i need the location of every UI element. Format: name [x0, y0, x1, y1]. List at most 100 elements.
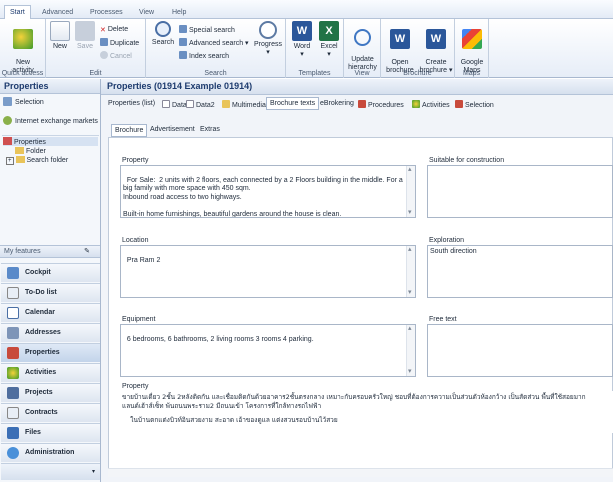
location-textarea[interactable]: Pra Ram 2 — [120, 245, 416, 298]
property-scrollbar[interactable] — [406, 166, 415, 217]
nav-todo-list[interactable]: To-Do list — [1, 283, 100, 302]
special-search-button[interactable]: Special search — [179, 25, 235, 35]
properties-house-icon — [7, 347, 19, 359]
left-panel: Properties Selection Internet exchange m… — [0, 79, 101, 482]
ribbon-tab-bar: Start Advanced Processes View Help — [0, 0, 613, 20]
cockpit-icon — [7, 267, 19, 279]
nav-overflow[interactable]: ▾ — [1, 463, 100, 480]
tree-search-folder[interactable]: + Search folder — [6, 156, 68, 165]
create-brochure-button[interactable]: W Create brochure ▾ — [419, 21, 453, 75]
subtab-advertisement[interactable]: Advertisement — [150, 126, 195, 133]
equipment-label: Equipment — [122, 316, 156, 323]
duplicate-button[interactable]: Duplicate — [100, 38, 139, 48]
nav-projects[interactable]: Projects — [1, 383, 100, 402]
subtab-extras[interactable]: Extras — [200, 126, 220, 133]
my-features-header: My features ✎ — [0, 245, 100, 258]
google-maps-icon — [462, 29, 482, 49]
new-document-icon — [50, 21, 70, 41]
advanced-search-button[interactable]: Advanced search ▾ — [179, 38, 249, 48]
free-text-textarea[interactable] — [427, 324, 613, 377]
tab-ebrokering[interactable]: eBrokering — [320, 100, 354, 107]
cancel-button[interactable]: Cancel — [100, 51, 132, 61]
nav-activities[interactable]: Activities — [1, 363, 100, 382]
globe-icon — [3, 116, 12, 125]
nav-calendar[interactable]: Calendar — [1, 303, 100, 322]
edit-pencil-icon[interactable]: ✎ — [84, 247, 90, 255]
delete-icon: ✕ — [100, 27, 106, 34]
tree-folder[interactable]: Folder — [15, 147, 46, 155]
excel-template-button[interactable]: X Excel ▾ — [317, 21, 341, 59]
group-templates: W Word ▾ X Excel ▾ Templates — [286, 19, 344, 78]
data1-icon — [162, 100, 170, 108]
tab-start[interactable]: Start — [4, 5, 31, 20]
location-scrollbar[interactable] — [406, 246, 415, 297]
index-search-button[interactable]: Index search — [179, 51, 229, 61]
excel-icon: X — [319, 21, 339, 41]
group-maps: Google Maps Maps — [455, 19, 489, 78]
tab-brochure-texts[interactable]: Brochure texts — [266, 97, 320, 110]
progress-button[interactable]: Progress ▾ — [252, 21, 284, 57]
progress-clock-icon — [259, 21, 277, 39]
chevron-down-icon[interactable]: ▾ — [92, 468, 95, 475]
tab-activities[interactable]: Activities — [412, 100, 450, 109]
group-quick-access: New activity Quick access — [0, 19, 46, 78]
group-search: Search Special search Advanced search ▾ … — [146, 19, 286, 78]
subtab-brochure[interactable]: Brochure — [111, 124, 148, 137]
tab-help[interactable]: Help — [172, 9, 186, 16]
selection-icon — [3, 97, 12, 106]
duplicate-icon — [100, 38, 108, 46]
property-label: Property — [122, 157, 149, 164]
activities-icon — [7, 367, 19, 379]
free-text-label: Free text — [429, 316, 457, 323]
tab-advanced[interactable]: Advanced — [42, 9, 73, 16]
checklist-icon — [7, 287, 19, 299]
nav-cockpit[interactable]: Cockpit — [1, 263, 100, 282]
ribbon: New activity Quick access New Save ✕ Dele… — [0, 19, 613, 78]
open-brochure-button[interactable]: W Open brochure — [383, 21, 417, 75]
equipment-scrollbar[interactable] — [406, 325, 415, 376]
update-hierarchy-button[interactable]: Update hierarchy — [345, 21, 380, 72]
property-thai-textarea[interactable]: ขายบ้านเดี่ยว 2ชั้น 2หลังติดกัน และเชื่อ… — [120, 391, 613, 433]
equipment-textarea[interactable]: 6 bedrooms, 6 bathrooms, 2 living rooms … — [120, 324, 416, 377]
save-button[interactable]: Save — [75, 21, 95, 51]
tab-multimedia[interactable]: Multimedia — [222, 100, 266, 109]
search-button[interactable]: Search — [151, 21, 175, 47]
tab-processes[interactable]: Processes — [90, 9, 123, 16]
nav-files[interactable]: Files — [1, 423, 100, 442]
selection-tab-icon — [455, 100, 463, 108]
location-label: Location — [122, 237, 149, 244]
google-maps-button[interactable]: Google Maps — [457, 21, 487, 75]
administration-icon — [7, 447, 19, 459]
expand-icon[interactable]: + — [6, 157, 14, 165]
delete-button[interactable]: ✕ Delete — [100, 25, 128, 35]
exploration-textarea[interactable]: South direction — [427, 245, 613, 298]
nav-administration[interactable]: Administration — [1, 443, 100, 462]
page-title: Properties (01914 Example 01914) — [101, 79, 613, 95]
suitable-textarea[interactable] — [427, 165, 613, 218]
selection-item[interactable]: Selection — [3, 97, 44, 106]
tab-data2[interactable]: Data2 — [186, 100, 215, 109]
cancel-icon — [100, 51, 108, 59]
tab-properties-list[interactable]: Properties (list) — [108, 100, 155, 107]
nav-properties[interactable]: Properties — [1, 343, 100, 362]
internet-markets-item[interactable]: Internet exchange markets — [3, 116, 98, 125]
word-create-icon: W — [426, 29, 446, 49]
property-textarea[interactable]: For Sale: 2 units with 2 floors, each co… — [120, 165, 416, 218]
tree-properties[interactable]: Properties — [3, 137, 98, 146]
activities-tab-icon — [412, 100, 420, 108]
search-folder-icon — [15, 156, 25, 163]
nav-contracts[interactable]: Contracts — [1, 403, 100, 422]
calendar-icon — [7, 307, 19, 319]
new-button[interactable]: New — [50, 21, 70, 51]
procedures-icon — [358, 100, 366, 108]
folder-icon — [15, 147, 24, 154]
tab-procedures[interactable]: Procedures — [358, 100, 404, 109]
nav-addresses[interactable]: Addresses — [1, 323, 100, 342]
tab-view[interactable]: View — [139, 9, 154, 16]
advanced-search-icon — [179, 38, 187, 46]
tab-selection[interactable]: Selection — [455, 100, 494, 109]
word-template-button[interactable]: W Word ▾ — [290, 21, 314, 59]
horizontal-scrollbar[interactable] — [108, 468, 613, 477]
new-activity-button[interactable]: New activity — [3, 21, 43, 75]
search-icon — [155, 21, 171, 37]
